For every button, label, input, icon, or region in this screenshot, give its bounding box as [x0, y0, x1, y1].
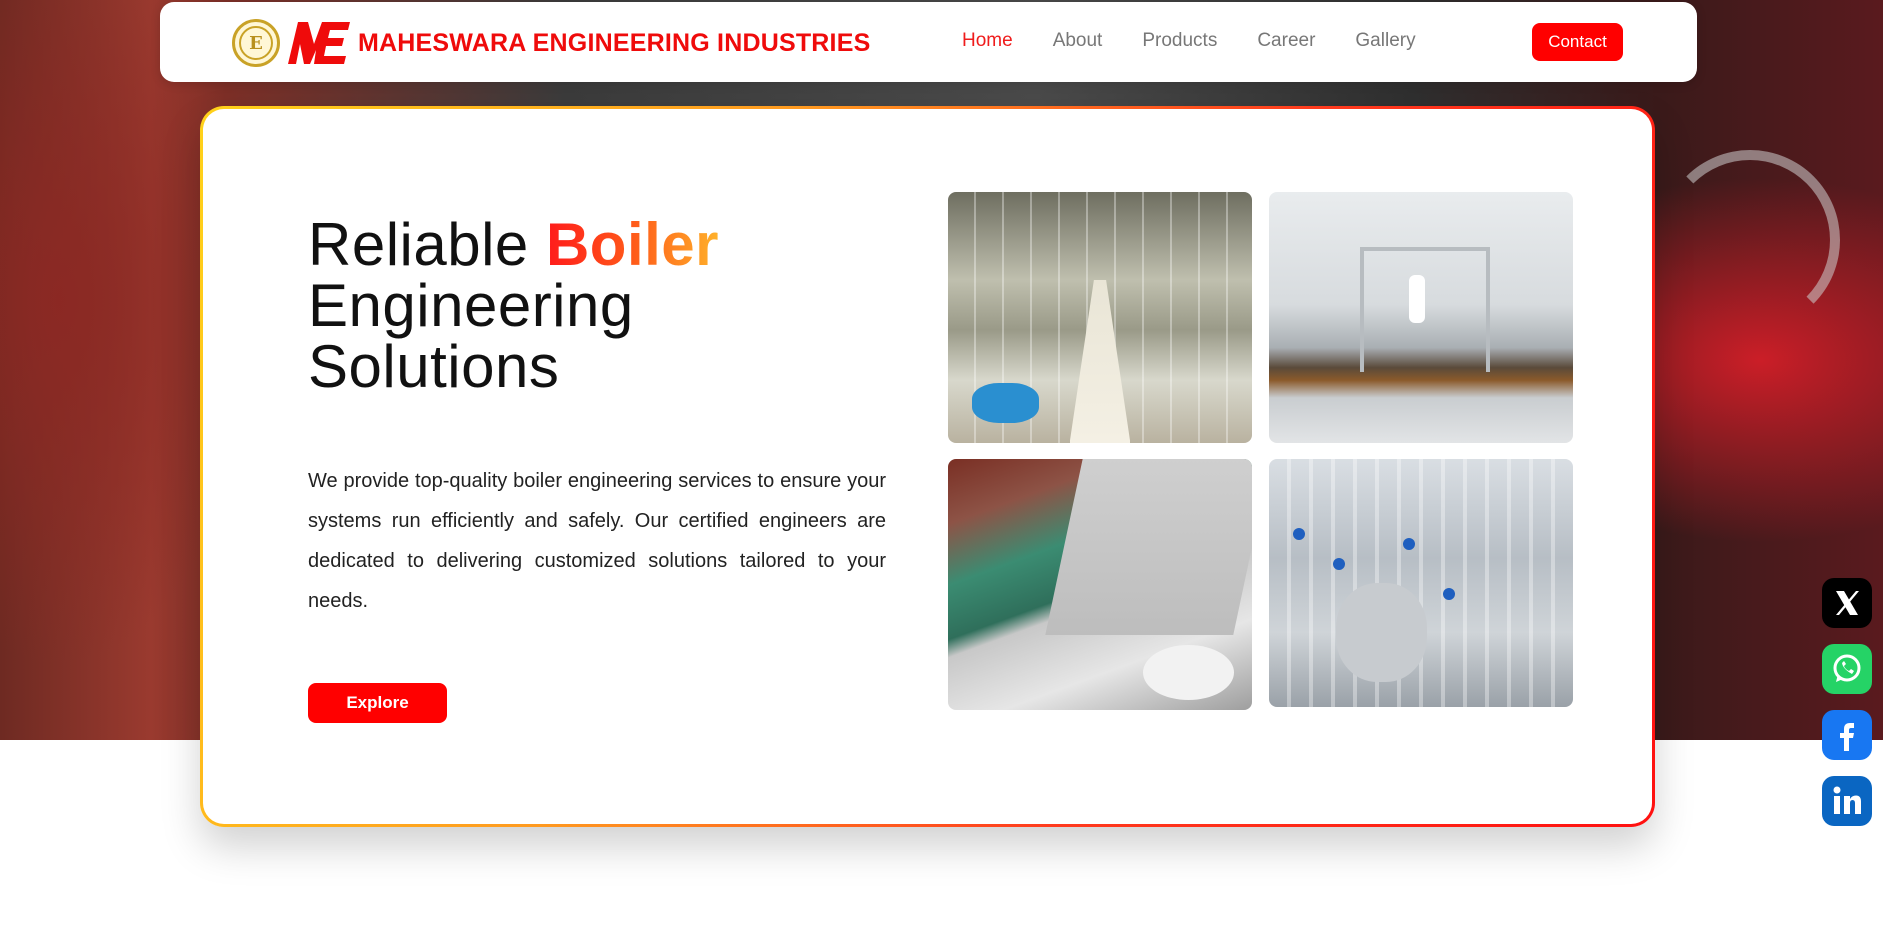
main-nav: Home About Products Career Gallery: [962, 30, 1456, 52]
hero-description: We provide top-quality boiler engineerin…: [308, 470, 886, 612]
brand-name: MAHESWARA ENGINEERING INDUSTRIES: [358, 28, 871, 57]
linkedin-icon[interactable]: [1822, 776, 1872, 826]
facebook-icon[interactable]: [1822, 710, 1872, 760]
photo-gallery: [948, 192, 1574, 710]
headline-line-engineering: Engineering: [308, 272, 634, 339]
factory-hall-photo: [948, 192, 1252, 443]
whatsapp-icon[interactable]: [1822, 644, 1872, 694]
me-monogram-icon: [288, 22, 350, 64]
explore-button[interactable]: Explore: [308, 683, 447, 723]
contact-button[interactable]: Contact: [1532, 23, 1623, 61]
hero-headline: Reliable Boiler Engineering Solutions: [308, 214, 868, 397]
emblem-monogram: E: [249, 32, 263, 54]
pipe-decoration: [1660, 150, 1840, 330]
social-links: [1822, 578, 1872, 842]
headline-accent-boiler: Boiler: [545, 211, 720, 278]
nav-products[interactable]: Products: [1142, 30, 1217, 52]
nav-gallery[interactable]: Gallery: [1355, 30, 1415, 52]
lab-bottling-photo: [1269, 192, 1573, 443]
brand-logo[interactable]: E MAHESWARA ENGINEERING INDUSTRIES: [232, 19, 871, 67]
paper-roll-machine-photo: [948, 459, 1252, 710]
hero-card: Reliable Boiler Engineering Solutions We…: [200, 106, 1655, 827]
emblem-icon: E: [232, 19, 280, 67]
nav-about[interactable]: About: [1053, 30, 1103, 52]
headline-line-solutions: Solutions: [308, 333, 560, 400]
headline-word-reliable: Reliable: [308, 211, 546, 278]
site-header: E MAHESWARA ENGINEERING INDUSTRIES Home …: [160, 2, 1697, 82]
hero-card-body: Reliable Boiler Engineering Solutions We…: [203, 109, 1652, 824]
stainless-piping-photo: [1269, 459, 1573, 707]
nav-career[interactable]: Career: [1257, 30, 1315, 52]
x-icon[interactable]: [1822, 578, 1872, 628]
nav-home[interactable]: Home: [962, 30, 1013, 52]
